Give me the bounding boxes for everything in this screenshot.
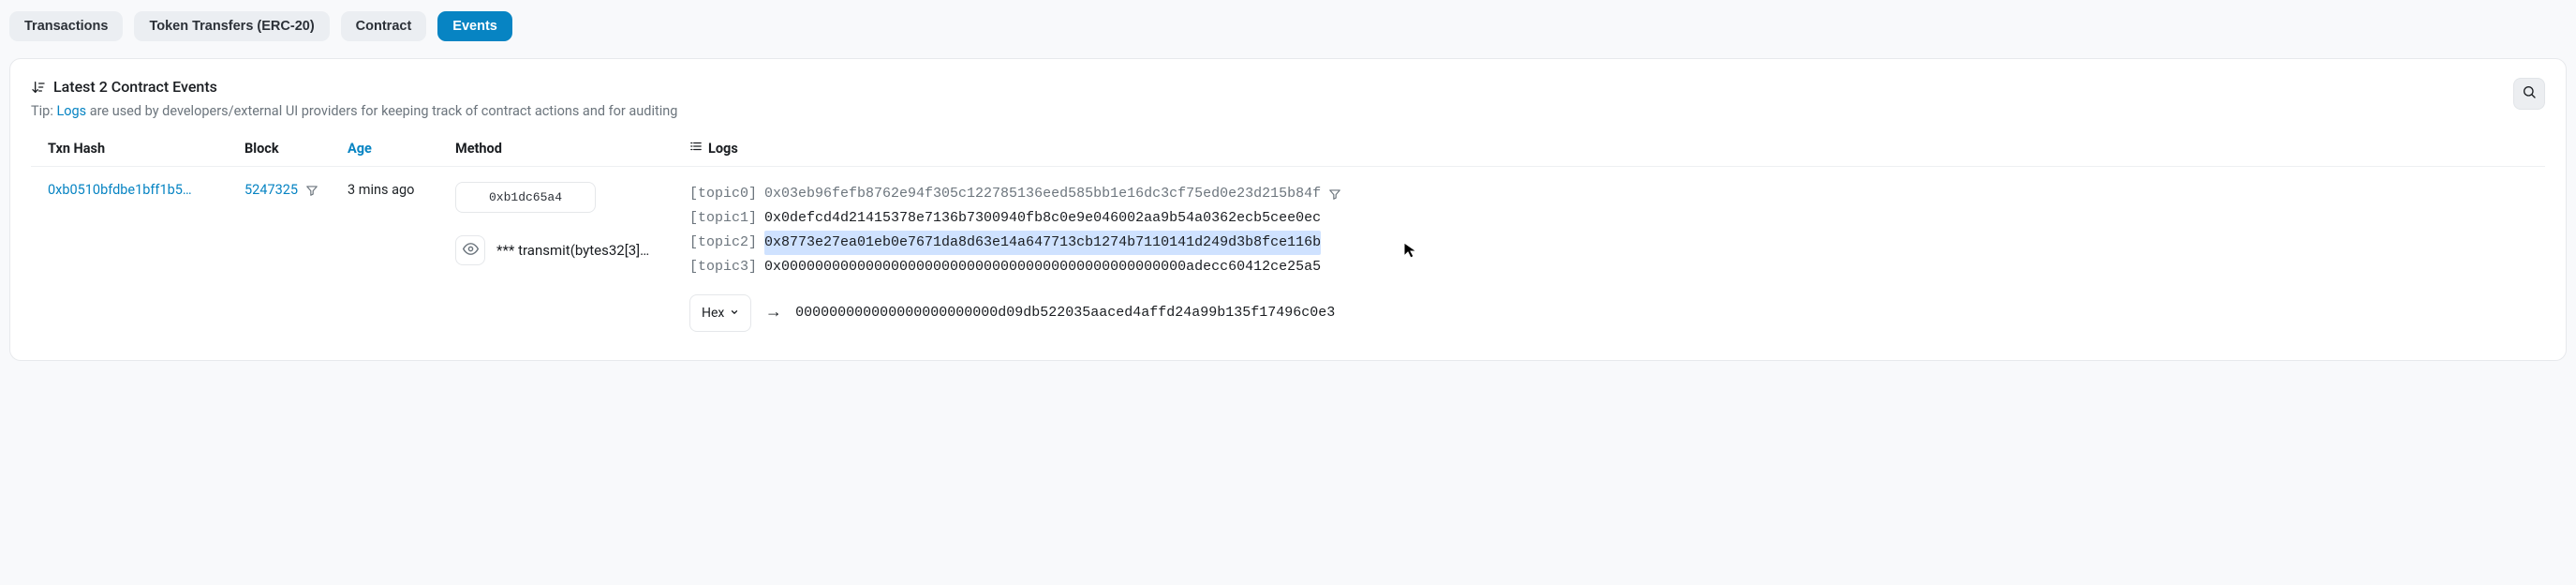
data-row: Hex → 000000000000000000000000d09db52203…	[689, 294, 2545, 332]
search-icon	[2522, 84, 2537, 103]
th-txn-hash: Txn Hash	[48, 141, 244, 157]
topic1-line: [topic1] 0x0defcd4d21415378e7136b7300940…	[689, 206, 2545, 231]
chevron-down-icon	[730, 301, 739, 325]
age-value: 3 mins ago	[348, 182, 455, 198]
card-title: Latest 2 Contract Events	[31, 78, 677, 96]
card-title-text: Latest 2 Contract Events	[53, 78, 217, 96]
th-logs: Logs	[689, 140, 2545, 157]
format-dropdown[interactable]: Hex	[689, 294, 751, 332]
logs-link[interactable]: Logs	[56, 103, 86, 119]
table-header: Txn Hash Block Age Method Logs	[31, 119, 2545, 167]
block-link[interactable]: 5247325	[244, 182, 298, 198]
filter-icon[interactable]	[305, 184, 318, 197]
table-row: 0xb0510bfdbe1bff1b5… 5247325 3 mins ago …	[31, 167, 2545, 347]
topic3-value[interactable]: 0x00000000000000000000000000000000000000…	[764, 255, 1321, 279]
tab-contract[interactable]: Contract	[341, 11, 427, 41]
logs-cell: [topic0] 0x03eb96fefb8762e94f305c1227851…	[689, 182, 2545, 332]
tab-events[interactable]: Events	[437, 11, 512, 41]
tab-token-transfers[interactable]: Token Transfers (ERC-20)	[134, 11, 329, 41]
topic2-value[interactable]: 0x8773e27ea01eb0e7671da8d63e14a647713cb1…	[764, 231, 1321, 255]
data-value[interactable]: 000000000000000000000000d09db522035aaced…	[795, 301, 1335, 325]
arrow-right-icon: →	[768, 301, 778, 325]
tabs: Transactions Token Transfers (ERC-20) Co…	[9, 11, 2567, 41]
topic0-value[interactable]: 0x03eb96fefb8762e94f305c122785136eed585b…	[764, 182, 1321, 206]
tab-transactions[interactable]: Transactions	[9, 11, 123, 41]
sort-icon	[31, 80, 46, 95]
filter-icon[interactable]	[1328, 188, 1341, 201]
topic2-line: [topic2] 0x8773e27ea01eb0e7671da8d63e14a…	[689, 231, 2545, 255]
txn-hash-link[interactable]: 0xb0510bfdbe1bff1b5…	[48, 182, 192, 198]
method-signature: *** transmit(bytes32[3]…	[496, 242, 649, 259]
decode-button[interactable]	[455, 235, 485, 265]
eye-icon	[463, 241, 479, 261]
th-block: Block	[244, 141, 348, 157]
logs-icon	[689, 140, 703, 157]
tip-text: Tip: Logs are used by developers/externa…	[31, 103, 677, 119]
search-button[interactable]	[2513, 78, 2545, 110]
topic1-value[interactable]: 0x0defcd4d21415378e7136b7300940fb8c0e9e0…	[764, 206, 1321, 231]
events-card: Latest 2 Contract Events Tip: Logs are u…	[9, 58, 2567, 361]
th-age[interactable]: Age	[348, 141, 455, 157]
topic3-line: [topic3] 0x00000000000000000000000000000…	[689, 255, 2545, 279]
topic0-line: [topic0] 0x03eb96fefb8762e94f305c1227851…	[689, 182, 2545, 206]
th-method: Method	[455, 141, 689, 157]
method-id-badge[interactable]: 0xb1dc65a4	[455, 182, 596, 213]
